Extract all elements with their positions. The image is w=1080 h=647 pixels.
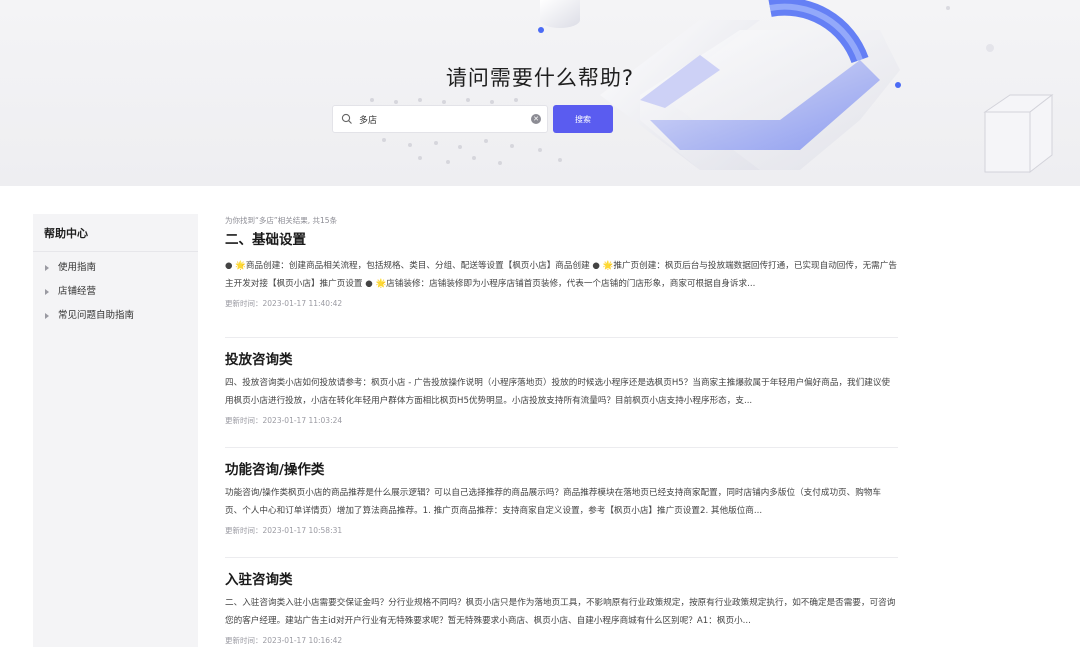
result-title[interactable]: 入驻咨询类 xyxy=(225,558,898,592)
result-updated-time: 更新时间：2023-01-17 10:58:31 xyxy=(225,526,343,535)
result-title[interactable]: 功能咨询/操作类 xyxy=(225,448,898,482)
search-icon xyxy=(341,113,352,124)
result-title[interactable]: 二、基础设置 xyxy=(225,228,898,255)
search-box[interactable]: ✕ xyxy=(332,105,548,133)
caret-right-icon xyxy=(45,313,49,319)
result-updated-time: 更新时间：2023-01-17 11:03:24 xyxy=(225,416,343,425)
result-updated-time: 更新时间：2023-01-17 10:16:42 xyxy=(225,636,343,645)
search-input[interactable] xyxy=(359,106,529,132)
result-excerpt: 四、投放咨询类小店如何投放请参考：枫页小店 - 广告投放操作说明（小程序落地页）… xyxy=(225,378,891,406)
result-excerpt: ● 🌟商品创建：创建商品相关流程，包括规格、类目、分组、配送等设置【枫页小店】商… xyxy=(225,261,897,289)
result-excerpt: 二、入驻咨询类入驻小店需要交保证金吗？分行业规格不同吗？枫页小店只是作为落地页工… xyxy=(225,598,896,626)
sidebar-title: 帮助中心 xyxy=(33,214,198,252)
result-item: 功能咨询/操作类 功能咨询/操作类枫页小店的商品推荐是什么展示逻辑？可以自己选择… xyxy=(225,448,898,558)
sidebar-item-faq-self-help[interactable]: 常见问题自助指南 xyxy=(33,304,198,328)
sidebar-item-label: 使用指南 xyxy=(58,262,97,273)
sidebar-item-store-operation[interactable]: 店铺经营 xyxy=(33,280,198,304)
sidebar-item-label: 常见问题自助指南 xyxy=(58,310,135,321)
hero-banner: 请问需要什么帮助? ✕ 搜索 xyxy=(0,0,1080,186)
result-item: 入驻咨询类 二、入驻咨询类入驻小店需要交保证金吗？分行业规格不同吗？枫页小店只是… xyxy=(225,558,898,647)
results-summary: 为你找到“多店”相关结果, 共15条 xyxy=(225,216,338,225)
search-results: 为你找到“多店”相关结果, 共15条 二、基础设置 ● 🌟商品创建：创建商品相关… xyxy=(225,214,898,647)
result-updated-time: 更新时间：2023-01-17 11:40:42 xyxy=(225,299,343,308)
clear-icon[interactable]: ✕ xyxy=(531,114,541,124)
sidebar-item-usage-guide[interactable]: 使用指南 xyxy=(33,256,198,280)
caret-right-icon xyxy=(45,265,49,271)
caret-right-icon xyxy=(45,289,49,295)
result-item: 二、基础设置 ● 🌟商品创建：创建商品相关流程，包括规格、类目、分组、配送等设置… xyxy=(225,228,898,338)
result-title[interactable]: 投放咨询类 xyxy=(225,338,898,372)
result-excerpt: 功能咨询/操作类枫页小店的商品推荐是什么展示逻辑？可以自己选择推荐的商品展示吗？… xyxy=(225,488,882,516)
sidebar-nav: 使用指南 店铺经营 常见问题自助指南 xyxy=(33,252,198,328)
search-button[interactable]: 搜索 xyxy=(553,105,613,133)
result-item: 投放咨询类 四、投放咨询类小店如何投放请参考：枫页小店 - 广告投放操作说明（小… xyxy=(225,338,898,448)
hero-decoration xyxy=(370,0,1054,174)
page-title: 请问需要什么帮助? xyxy=(445,66,635,90)
sidebar: 帮助中心 使用指南 店铺经营 常见问题自助指南 xyxy=(33,214,198,647)
sidebar-item-label: 店铺经营 xyxy=(58,286,97,297)
